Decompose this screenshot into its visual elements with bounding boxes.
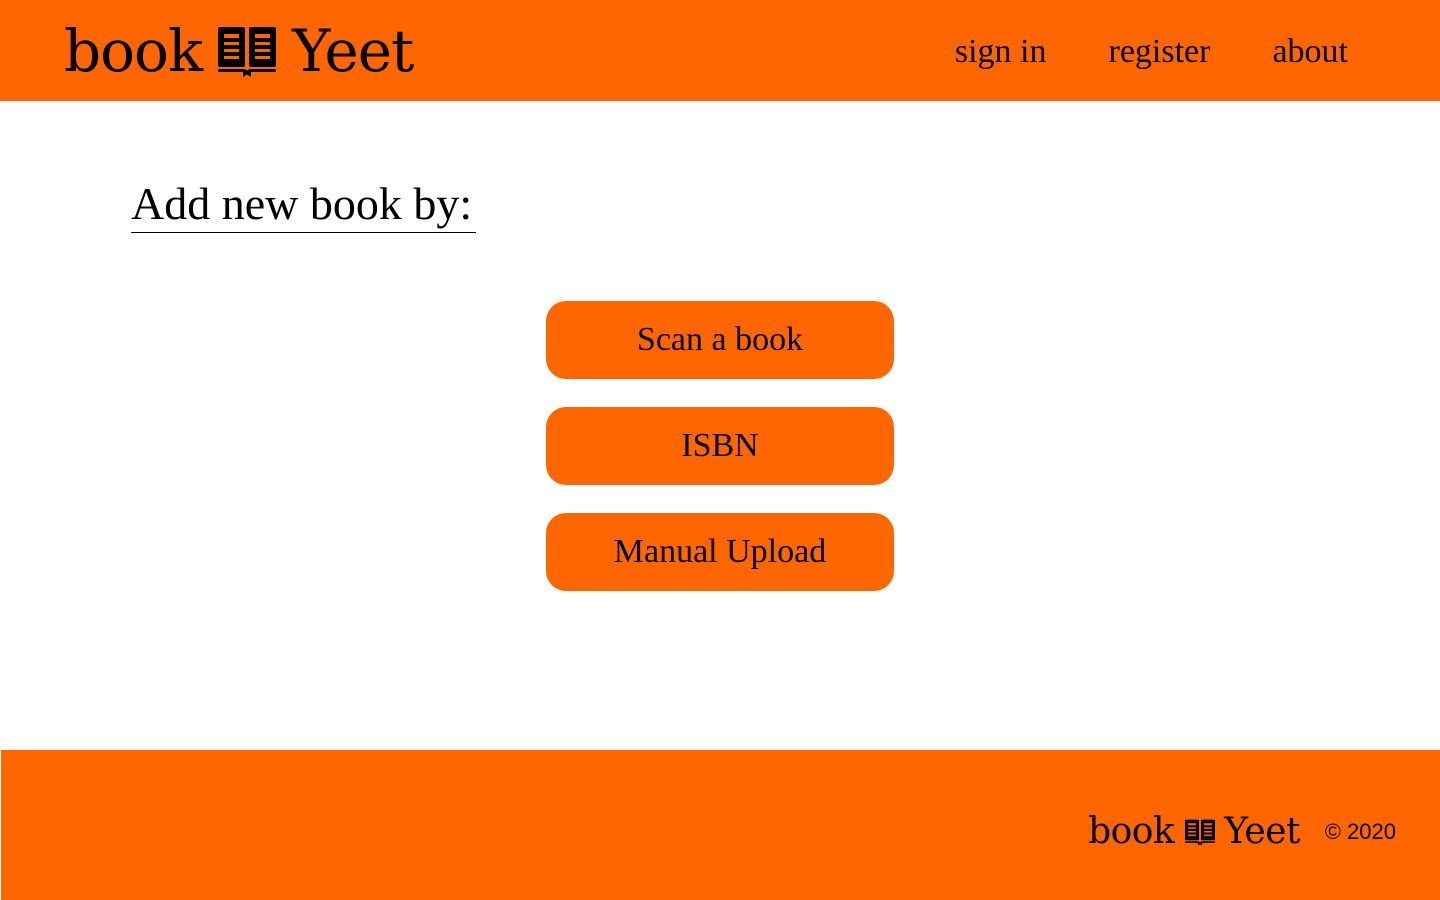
logo-text-yeet: Yeet	[292, 17, 414, 85]
nav-sign-in-link[interactable]: sign in	[955, 30, 1047, 74]
manual-upload-button[interactable]: Manual Upload	[546, 513, 894, 591]
logo-text-book: book	[64, 17, 203, 85]
footer-logo: book Yeet	[1088, 810, 1300, 854]
book-open-icon	[218, 27, 277, 77]
book-open-icon	[1185, 819, 1216, 846]
nav-about-link[interactable]: about	[1272, 30, 1348, 74]
site-logo[interactable]: book Yeet	[64, 17, 414, 85]
page-title: Add new book by:	[131, 176, 477, 233]
isbn-button[interactable]: ISBN	[546, 407, 894, 485]
scan-book-button[interactable]: Scan a book	[546, 301, 894, 379]
site-header: book Yeet sign in register about	[0, 0, 1440, 101]
footer-logo-text-book: book	[1088, 811, 1175, 852]
site-footer: book Yeet © 2020	[1, 750, 1440, 900]
main-nav: sign in register about	[955, 30, 1348, 74]
nav-register-link[interactable]: register	[1109, 30, 1211, 74]
copyright-text: © 2020	[1324, 819, 1396, 844]
footer-logo-text-yeet: Yeet	[1224, 811, 1300, 852]
